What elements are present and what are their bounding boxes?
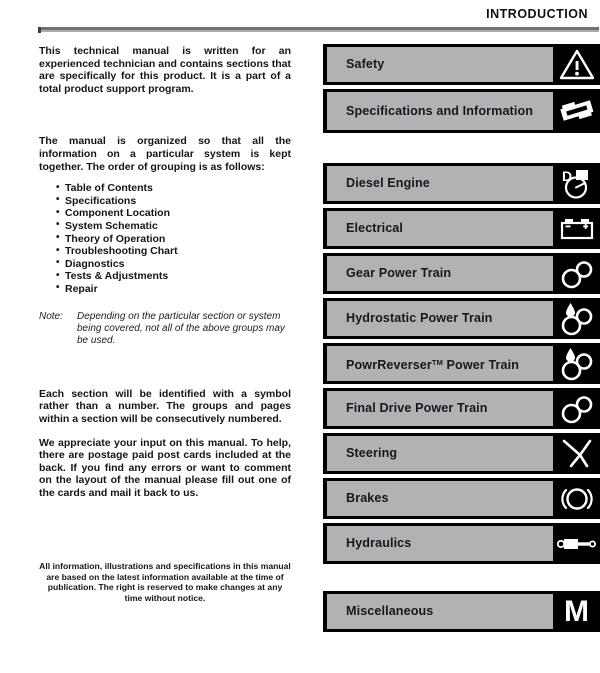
section-button-safety[interactable]: Safety [323, 44, 600, 85]
diesel-engine-icon: D [553, 166, 600, 201]
header-divider [38, 27, 599, 33]
specifications-plate-icon [553, 92, 600, 130]
section-label: Brakes [346, 491, 389, 505]
section-label-box: PowrReverserTM Power Train [327, 346, 553, 381]
section-button-electrical[interactable]: Electrical [323, 208, 600, 249]
list-item: Repair [39, 282, 291, 296]
gears-icon [553, 256, 600, 291]
header-divider-bottom [38, 30, 599, 32]
page-title: INTRODUCTION [486, 7, 588, 21]
section-label-box: Brakes [327, 481, 553, 516]
section-label-main: PowrReverser [346, 357, 432, 372]
section-button-steering[interactable]: Steering [323, 433, 600, 474]
section-button-gear-power-train[interactable]: Gear Power Train [323, 253, 600, 294]
section-label: Steering [346, 446, 398, 460]
section-label: Miscellaneous [346, 604, 434, 618]
list-item: Specifications [39, 194, 291, 208]
trademark-symbol: TM [431, 357, 443, 367]
section-button-hydraulics[interactable]: Hydraulics [323, 523, 600, 564]
section-label-box: Safety [327, 47, 553, 82]
list-item: Diagnostics [39, 257, 291, 271]
section-label-suffix: Power Train [442, 357, 520, 372]
intro-paragraph-1: This technical manual is written for an … [39, 45, 291, 95]
section-label-box: Hydrostatic Power Train [327, 301, 553, 336]
section-label-box: Specifications and Information [327, 92, 553, 130]
list-item: Tests & Adjustments [39, 270, 291, 283]
section-label-box: Miscellaneous [327, 594, 553, 629]
section-label: Specifications and Information [346, 103, 534, 118]
section-button-specifications-and-information[interactable]: Specifications and Information [323, 89, 600, 133]
section-label-box: Hydraulics [327, 526, 553, 561]
hydraulic-cylinder-icon [553, 526, 600, 561]
section-label: Diesel Engine [346, 176, 430, 190]
list-item: Troubleshooting Chart [39, 245, 291, 258]
letter-m-glyph: M [564, 594, 589, 628]
section-button-brakes[interactable]: Brakes [323, 478, 600, 519]
section-button-powrreverser-power-train[interactable]: PowrReverserTM Power Train [323, 343, 600, 384]
letter-m-icon: M [553, 594, 600, 629]
section-label: Gear Power Train [346, 266, 452, 280]
section-label: Final Drive Power Train [346, 401, 488, 415]
note-block: Note: Depending on the particular sectio… [39, 311, 291, 348]
intro-paragraph-2: The manual is organized so that all the … [39, 135, 291, 173]
section-label-box: Final Drive Power Train [327, 391, 553, 426]
battery-icon [553, 211, 600, 246]
list-item: System Schematic [39, 219, 291, 233]
list-item: Component Location [39, 207, 291, 220]
section-label: Hydraulics [346, 536, 412, 550]
section-label: Safety [346, 57, 385, 71]
section-label-box: Steering [327, 436, 553, 471]
note-label: Note: [39, 310, 63, 322]
section-index-list: Safety Specifications and Information Di… [323, 44, 600, 636]
gears-droplet-icon [553, 301, 600, 336]
intro-paragraph-4: We appreciate your input on this manual.… [39, 436, 291, 499]
section-label: Hydrostatic Power Train [346, 311, 493, 325]
brake-disc-icon [553, 481, 600, 516]
intro-text-column: This technical manual is written for an … [39, 45, 291, 499]
section-label: PowrReverserTM Power Train [346, 355, 519, 373]
steering-wheel-icon [553, 436, 600, 471]
section-label-box: Diesel Engine [327, 166, 553, 201]
section-label-box: Electrical [327, 211, 553, 246]
header-divider-cap [38, 27, 41, 33]
list-item: Table of Contents [39, 182, 291, 195]
grouping-bullet-list: Table of Contents Specifications Compone… [39, 182, 291, 295]
warning-triangle-icon [553, 47, 600, 82]
section-label-box: Gear Power Train [327, 256, 553, 291]
section-button-hydrostatic-power-train[interactable]: Hydrostatic Power Train [323, 298, 600, 339]
section-label: Electrical [346, 221, 404, 235]
list-item: Theory of Operation [39, 232, 291, 246]
gears-droplet-icon [553, 346, 600, 381]
section-button-miscellaneous[interactable]: Miscellaneous M [323, 591, 600, 632]
intro-paragraph-3: Each section will be identified with a s… [39, 387, 291, 425]
section-button-diesel-engine[interactable]: Diesel Engine D [323, 163, 600, 204]
section-button-final-drive-power-train[interactable]: Final Drive Power Train [323, 388, 600, 429]
note-text: Depending on the particular section or s… [77, 310, 285, 347]
disclaimer-text: All information, illustrations and speci… [39, 561, 291, 603]
gears-icon [553, 391, 600, 426]
